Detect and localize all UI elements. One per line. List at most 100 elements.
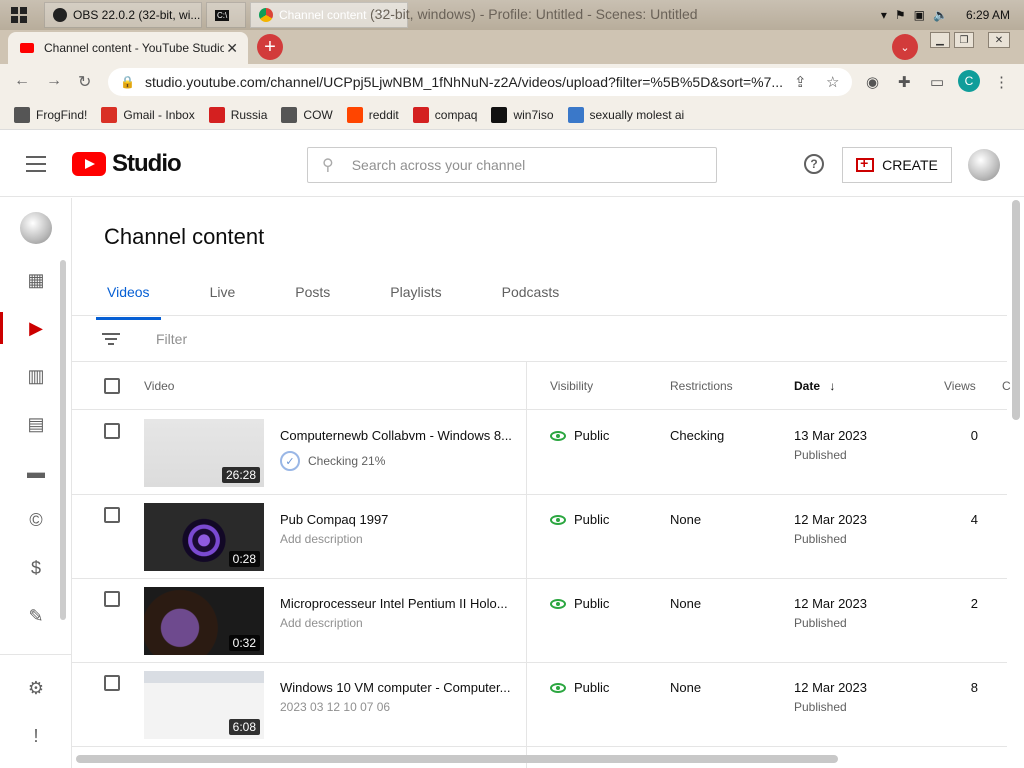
video-title[interactable]: Computernewb Collabvm - Windows 8... xyxy=(280,428,512,443)
reload-icon[interactable]: ↻ xyxy=(78,72,91,92)
table-row[interactable]: 6:08 Windows 10 VM computer - Computer...… xyxy=(72,663,1007,747)
taskbar-obs-button[interactable]: OBS 22.0.2 (32-bit, wi... xyxy=(44,2,202,28)
new-tab-button[interactable]: + xyxy=(257,34,283,60)
views-value: 2 xyxy=(970,596,978,611)
table-row[interactable]: 0:32 Microprocesseur Intel Pentium II Hol… xyxy=(72,579,1007,663)
studio-logo[interactable]: Studio xyxy=(72,150,182,178)
column-views[interactable]: Views xyxy=(944,379,976,393)
video-thumbnail[interactable]: 26:28 xyxy=(144,419,264,487)
taskbar-cmd-button[interactable]: C:\ xyxy=(206,2,246,28)
create-button[interactable]: CREATE xyxy=(842,147,952,183)
video-thumbnail[interactable]: 6:08 xyxy=(144,671,264,739)
forward-icon[interactable]: → xyxy=(46,72,62,90)
close-window-icon[interactable]: ✕ xyxy=(988,32,1010,48)
settings-icon[interactable]: ⚙ xyxy=(0,670,72,706)
hamburger-menu-icon[interactable] xyxy=(26,156,46,172)
column-date[interactable]: Date ↓ xyxy=(794,379,835,393)
tab-live[interactable]: Live xyxy=(199,278,247,316)
video-duration: 0:32 xyxy=(228,635,260,651)
row-checkbox[interactable] xyxy=(104,423,120,439)
visibility-cell[interactable]: Public xyxy=(550,596,609,611)
filter-bar[interactable]: Filter xyxy=(72,316,1007,362)
nav-scrollbar[interactable] xyxy=(60,260,66,620)
account-avatar[interactable] xyxy=(968,149,1000,181)
bookmark-star-icon[interactable]: ☆ xyxy=(826,73,839,91)
video-title[interactable]: Microprocesseur Intel Pentium II Holo... xyxy=(280,596,512,611)
restore-icon[interactable]: ❐ xyxy=(954,32,974,48)
extension-icon[interactable]: ◉ xyxy=(866,73,879,91)
table-row[interactable]: 0:28 Pub Compaq 1997 Add description Public… xyxy=(72,495,1007,579)
help-icon[interactable]: ? xyxy=(804,154,824,174)
network-icon[interactable]: ▣ xyxy=(914,8,925,22)
date-value: 12 Mar 2023 xyxy=(794,512,867,527)
browser-tab-active[interactable]: Channel content - YouTube Studio ✕ xyxy=(8,32,248,64)
menu-dots-icon[interactable]: ⋮ xyxy=(994,73,1009,91)
row-checkbox[interactable] xyxy=(104,591,120,607)
video-subtitle[interactable]: Add description xyxy=(280,532,363,546)
bookmark-item[interactable]: Gmail - Inbox xyxy=(101,106,195,123)
date-value: 12 Mar 2023 xyxy=(794,680,867,695)
profile-avatar[interactable]: C xyxy=(958,70,980,92)
filter-input[interactable]: Filter xyxy=(156,331,187,347)
video-title[interactable]: Windows 10 VM computer - Computer... xyxy=(280,680,512,695)
eye-icon xyxy=(550,514,566,525)
restrictions-value: None xyxy=(670,596,702,611)
views-value: 8 xyxy=(970,680,978,695)
filter-icon[interactable] xyxy=(102,330,120,348)
bookmark-item[interactable]: COW xyxy=(281,106,333,123)
bookmark-item[interactable]: sexually molest ai xyxy=(567,106,684,123)
row-checkbox[interactable] xyxy=(104,675,120,691)
channel-search-input[interactable]: ⚲ Search across your channel xyxy=(307,147,717,183)
horizontal-scrollbar[interactable] xyxy=(76,755,838,763)
close-tab-icon[interactable]: ✕ xyxy=(226,40,238,57)
video-title[interactable]: Pub Compaq 1997 xyxy=(280,512,512,527)
bookmark-item[interactable]: reddit xyxy=(346,106,399,123)
clock[interactable]: 6:29 AM xyxy=(966,8,1010,22)
bookmark-label: COW xyxy=(303,107,333,122)
column-video: Video xyxy=(144,379,175,393)
video-thumbnail[interactable]: 0:32 xyxy=(144,587,264,655)
bookmark-item[interactable]: compaq xyxy=(412,106,477,123)
video-subtitle[interactable]: Add description xyxy=(280,616,363,630)
column-restrictions[interactable]: Restrictions xyxy=(670,379,733,393)
bookmark-label: Gmail - Inbox xyxy=(123,107,195,122)
column-visibility[interactable]: Visibility xyxy=(550,379,593,393)
column-comments[interactable]: C xyxy=(1002,379,1011,393)
row-checkbox[interactable] xyxy=(104,507,120,523)
tab-podcasts[interactable]: Podcasts xyxy=(491,278,571,316)
flag-icon xyxy=(208,106,225,123)
tab-playlists[interactable]: Playlists xyxy=(379,278,452,316)
feedback-icon[interactable]: ! xyxy=(0,718,72,754)
views-value: 0 xyxy=(970,428,978,443)
visibility-cell[interactable]: Public xyxy=(550,428,609,443)
windows-start-icon[interactable] xyxy=(0,0,38,30)
studio-left-nav: ▦ ▶ ▥ ▤ ▬ © $ ✎ ⚙ ! xyxy=(0,198,72,768)
date-status: Published xyxy=(794,532,847,546)
sidepanel-icon[interactable]: ▭ xyxy=(930,73,944,91)
tab-videos[interactable]: Videos xyxy=(96,278,161,320)
vertical-scrollbar[interactable] xyxy=(1012,200,1020,420)
bookmark-item[interactable]: FrogFind! xyxy=(14,106,87,123)
minimize-icon[interactable]: ▁ xyxy=(930,32,950,48)
visibility-cell[interactable]: Public xyxy=(550,512,609,527)
chevron-down-icon[interactable]: ▾ xyxy=(881,8,887,22)
visibility-cell[interactable]: Public xyxy=(550,680,609,695)
volume-icon[interactable]: 🔈 xyxy=(933,8,948,22)
tab-search-button[interactable]: ⌄ xyxy=(892,34,918,60)
obs-icon xyxy=(53,8,67,22)
column-date-label: Date xyxy=(794,379,821,393)
url-bar[interactable]: 🔒 studio.youtube.com/channel/UCPpj5LjwNB… xyxy=(108,68,852,96)
video-thumbnail[interactable]: 0:28 xyxy=(144,503,264,571)
puzzle-icon[interactable]: ✚ xyxy=(898,73,911,91)
tab-posts[interactable]: Posts xyxy=(284,278,341,316)
flag-icon[interactable]: ⚑ xyxy=(895,8,906,22)
bookmark-item[interactable]: win7iso xyxy=(491,106,554,123)
share-icon[interactable]: ⇪ xyxy=(794,73,807,91)
bookmark-item[interactable]: Russia xyxy=(208,106,267,123)
channel-avatar[interactable] xyxy=(20,212,52,244)
back-icon[interactable]: ← xyxy=(14,72,30,90)
youtube-favicon-icon xyxy=(20,43,34,53)
table-row[interactable]: 26:28 Computernewb Collabvm - Windows 8..… xyxy=(72,411,1007,495)
select-all-checkbox[interactable] xyxy=(104,378,120,394)
lock-icon[interactable]: 🔒 xyxy=(120,75,135,89)
